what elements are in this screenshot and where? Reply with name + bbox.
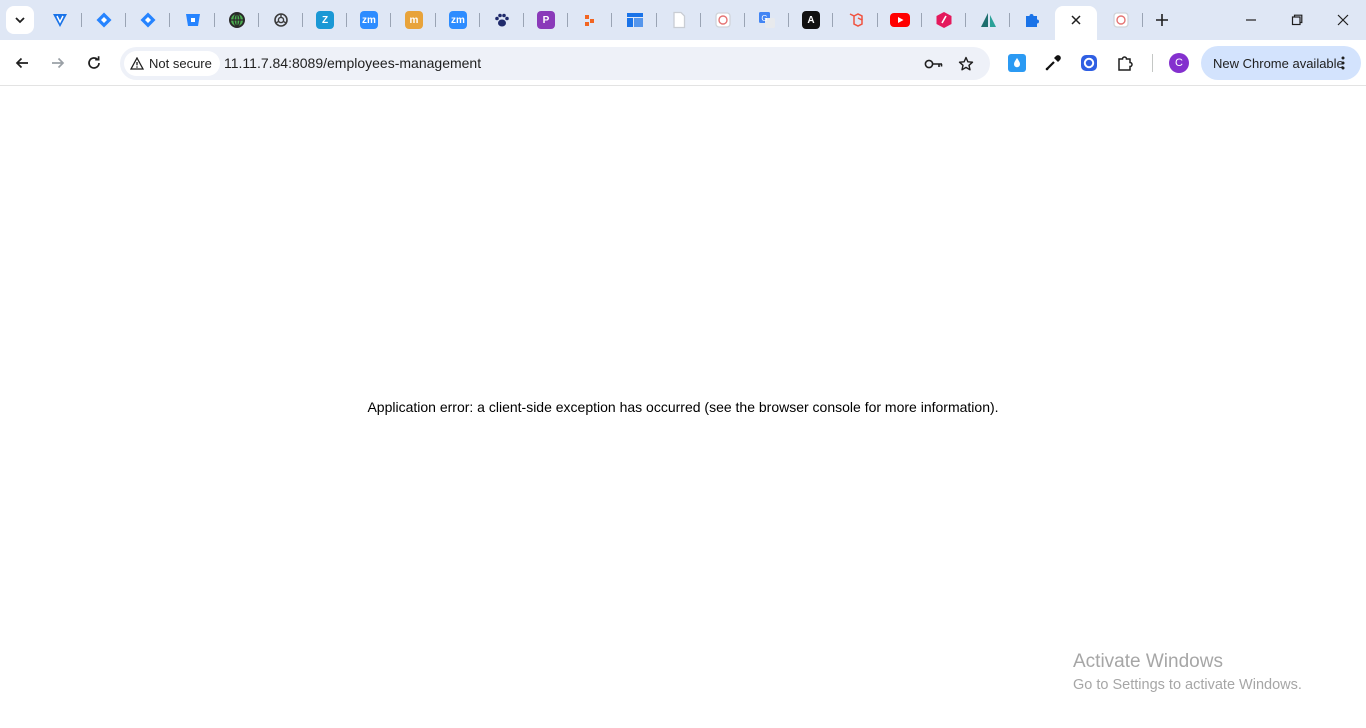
browser-tab[interactable]: zm [347, 6, 391, 34]
jira-diamond-icon [139, 11, 157, 29]
browser-tab[interactable] [1010, 6, 1054, 34]
browser-tab[interactable] [701, 6, 745, 34]
browser-tab[interactable]: A [789, 6, 833, 34]
browser-tab[interactable] [657, 6, 701, 34]
browser-tab[interactable] [82, 6, 126, 34]
red-circle-page-icon [1112, 11, 1130, 29]
browser-tab[interactable]: P [524, 6, 568, 34]
vpn-triangle-icon [51, 11, 69, 29]
back-button[interactable] [6, 47, 38, 79]
puzzle-icon [1118, 56, 1133, 71]
browser-tab[interactable]: zm [436, 6, 480, 34]
blank-page-icon [670, 11, 688, 29]
laravel-icon [847, 11, 865, 29]
address-bar[interactable]: Not secure 11.11.7.84:8089/employees-man… [120, 47, 990, 80]
browser-tab[interactable]: G [745, 6, 789, 34]
layout-grid-icon [626, 11, 644, 29]
paw-icon [493, 11, 511, 29]
openai-icon [272, 11, 290, 29]
blue-shield-icon [1081, 55, 1097, 71]
browser-tab[interactable]: m [392, 6, 436, 34]
new-tab-button[interactable] [1150, 8, 1174, 32]
m-letter-icon: m [405, 11, 423, 29]
browser-tab[interactable] [480, 6, 524, 34]
update-label: New Chrome available [1213, 55, 1344, 71]
arrow-right-icon [52, 57, 65, 69]
minimize-button[interactable] [1228, 0, 1274, 40]
windows-activation-watermark: Activate Windows Go to Settings to activ… [1073, 650, 1302, 696]
browser-tab[interactable] [215, 6, 259, 34]
security-chip[interactable]: Not secure [124, 51, 220, 76]
zoom-icon: zm [360, 11, 378, 29]
puzzle-icon [1023, 11, 1041, 29]
browser-tab[interactable] [38, 6, 82, 34]
green-globe-icon [228, 11, 246, 29]
orange-plus-icon [581, 11, 599, 29]
browser-tab[interactable] [568, 6, 612, 34]
youtube-icon [890, 13, 910, 27]
toolbar-separator [1152, 54, 1153, 72]
p-letter-icon: P [537, 11, 555, 29]
browser-tab[interactable] [834, 6, 878, 34]
key-icon [924, 59, 943, 69]
extensions-menu-button[interactable] [1113, 51, 1137, 75]
browser-tab[interactable] [126, 6, 170, 34]
eyedropper-icon [1045, 55, 1061, 71]
browser-tab[interactable] [966, 6, 1010, 34]
activate-subtitle: Go to Settings to activate Windows. [1073, 677, 1302, 693]
close-icon [1337, 14, 1349, 26]
bitbucket-bucket-icon [184, 11, 202, 29]
new-chrome-available-button[interactable]: New Chrome available [1201, 46, 1361, 80]
application-error-message: Application error: a client-side excepti… [367, 399, 999, 415]
browser-tab[interactable] [922, 6, 966, 34]
chevron-down-icon [15, 17, 25, 24]
z-letter-icon: Z [316, 11, 334, 29]
svg-text:G: G [761, 14, 767, 23]
url-text[interactable]: 11.11.7.84:8089/employees-management [224, 55, 481, 71]
sail-icon [979, 11, 997, 29]
browser-tab[interactable] [1099, 6, 1143, 34]
browser-tab[interactable] [878, 6, 922, 34]
bookmark-star-button[interactable] [955, 53, 977, 75]
extension-blue-circle-button[interactable] [1077, 51, 1101, 75]
browser-tab[interactable] [171, 6, 215, 34]
restore-button[interactable] [1274, 0, 1320, 40]
browser-tab[interactable]: Z [303, 6, 347, 34]
cube-icon [935, 11, 953, 29]
page-content: Application error: a client-side excepti… [0, 87, 1366, 728]
menu-kebab-icon[interactable] [1335, 55, 1351, 71]
water-drop-icon [1008, 54, 1026, 72]
forward-button[interactable] [42, 47, 74, 79]
profile-avatar[interactable]: C [1169, 53, 1189, 73]
restore-icon [1291, 14, 1303, 26]
plus-icon [1156, 14, 1168, 26]
browser-tab-active[interactable] [1055, 6, 1097, 40]
browser-tab[interactable] [613, 6, 657, 34]
arrow-left-icon [15, 57, 28, 69]
close-icon[interactable] [1070, 14, 1082, 26]
extension-eyedropper-button[interactable] [1041, 51, 1065, 75]
close-window-button[interactable] [1320, 0, 1366, 40]
password-key-button[interactable] [923, 53, 945, 75]
reload-button[interactable] [78, 47, 110, 79]
red-circle-page-icon [714, 11, 732, 29]
browser-tab[interactable] [259, 6, 303, 34]
jira-diamond-icon [95, 11, 113, 29]
extension-water-drop-button[interactable] [1005, 51, 1029, 75]
a-letter-icon: A [802, 11, 820, 29]
browser-toolbar: Not secure 11.11.7.84:8089/employees-man… [0, 40, 1366, 86]
zoom-icon: zm [449, 11, 467, 29]
reload-icon [88, 56, 100, 69]
minimize-icon [1246, 19, 1256, 21]
translate-icon: G [758, 11, 776, 29]
tab-strip: Zzm m zm P G A [0, 0, 1366, 40]
activate-title: Activate Windows [1073, 651, 1223, 672]
star-icon [958, 56, 974, 71]
security-label: Not secure [149, 56, 212, 71]
warning-icon [130, 57, 144, 70]
tab-search-button[interactable] [6, 6, 34, 34]
